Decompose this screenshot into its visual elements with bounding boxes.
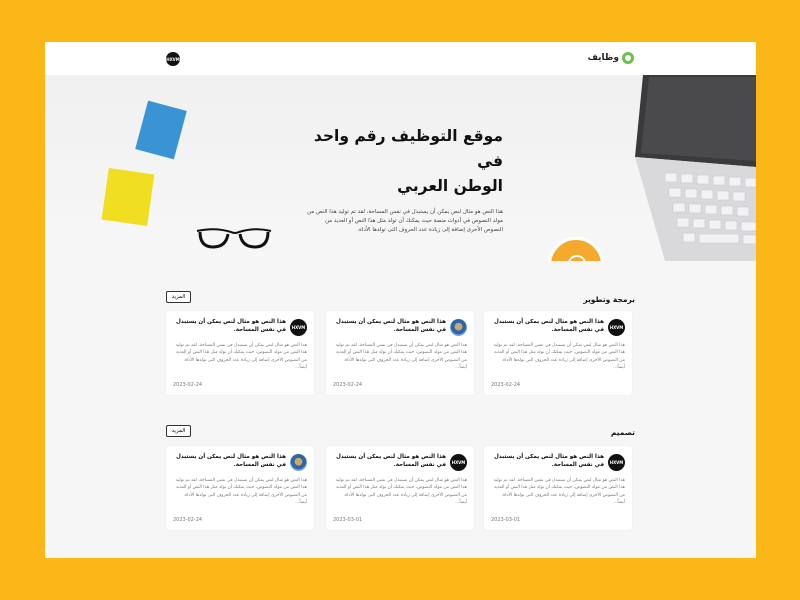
section-title: برمجة وتطوير (583, 295, 635, 304)
hero-banner: موقع التوظيف رقم واحد في الوطن العربي هذ… (45, 75, 756, 261)
job-date: 2023-02-24 (333, 382, 363, 388)
sticky-note-blue (135, 100, 187, 160)
logo-text: وظايف (587, 53, 619, 63)
more-button[interactable]: المزيد (166, 291, 191, 303)
laptop-image (635, 75, 756, 261)
job-date: 2023-03-01 (333, 517, 363, 523)
logo-icon (622, 52, 634, 64)
company-avatar: HXVM (608, 454, 625, 471)
hero-title-line2: الوطن العربي (397, 177, 503, 195)
company-avatar (450, 319, 467, 336)
job-date: 2023-02-24 (173, 517, 203, 523)
company-avatar: HXVM (450, 454, 467, 471)
job-card[interactable]: HXVM هذا النص هو مثال لنص يمكن أن يستبدل… (326, 446, 474, 530)
job-description: هذا النص هو مثال لنص يمكن أن يستبدل في ن… (493, 478, 625, 505)
more-button[interactable]: المزيد (166, 425, 191, 437)
top-navbar: وظايف HXVM (45, 42, 756, 75)
site-logo[interactable]: وظايف (587, 52, 634, 64)
section-title: تصميم (610, 428, 635, 437)
job-card[interactable]: هذا النص هو مثال لنص يمكن أن يستبدل في ن… (166, 446, 314, 530)
company-avatar (290, 454, 307, 471)
job-description: هذا النص هو مثال لنص يمكن أن يستبدل في ن… (175, 343, 307, 370)
job-card[interactable]: HXVM هذا النص هو مثال لنص يمكن أن يستبدل… (484, 311, 632, 395)
job-description: هذا النص هو مثال لنص يمكن أن يستبدل في ن… (493, 343, 625, 370)
job-title[interactable]: هذا النص هو مثال لنص يمكن أن يستبدل في ن… (334, 318, 446, 334)
job-date: 2023-03-01 (491, 517, 521, 523)
job-title[interactable]: هذا النص هو مثال لنص يمكن أن يستبدل في ن… (334, 453, 446, 469)
hero-description: هذا النص هو مثال لنص يمكن أن يستبدل في ن… (307, 209, 503, 233)
job-description: هذا النص هو مثال لنص يمكن أن يستبدل في ن… (335, 478, 467, 505)
job-card[interactable]: هذا النص هو مثال لنص يمكن أن يستبدل في ن… (326, 311, 474, 395)
hero-title: موقع التوظيف رقم واحد في الوطن العربي (307, 124, 503, 199)
company-avatar: HXVM (608, 319, 625, 336)
hero-text: موقع التوظيف رقم واحد في الوطن العربي هذ… (307, 124, 503, 235)
browser-frame: وظايف HXVM موقع التوظيف رقم واحد في الوط… (45, 42, 756, 558)
coffee-cup-image (548, 237, 604, 261)
sticky-note-yellow (101, 168, 155, 226)
job-card[interactable]: HXVM هذا النص هو مثال لنص يمكن أن يستبدل… (166, 311, 314, 395)
job-date: 2023-02-24 (173, 382, 203, 388)
job-title[interactable]: هذا النص هو مثال لنص يمكن أن يستبدل في ن… (174, 318, 286, 334)
user-avatar[interactable]: HXVM (166, 52, 180, 66)
job-date: 2023-02-24 (491, 382, 521, 388)
company-avatar: HXVM (290, 319, 307, 336)
job-description: هذا النص هو مثال لنص يمكن أن يستبدل في ن… (335, 343, 467, 370)
job-description: هذا النص هو مثال لنص يمكن أن يستبدل في ن… (175, 478, 307, 505)
job-title[interactable]: هذا النص هو مثال لنص يمكن أن يستبدل في ن… (492, 453, 604, 469)
job-card[interactable]: HXVM هذا النص هو مثال لنص يمكن أن يستبدل… (484, 446, 632, 530)
job-title[interactable]: هذا النص هو مثال لنص يمكن أن يستبدل في ن… (174, 453, 286, 469)
job-title[interactable]: هذا النص هو مثال لنص يمكن أن يستبدل في ن… (492, 318, 604, 334)
hero-title-line1: موقع التوظيف رقم واحد في (313, 127, 503, 170)
eyeglasses-image (196, 228, 272, 249)
